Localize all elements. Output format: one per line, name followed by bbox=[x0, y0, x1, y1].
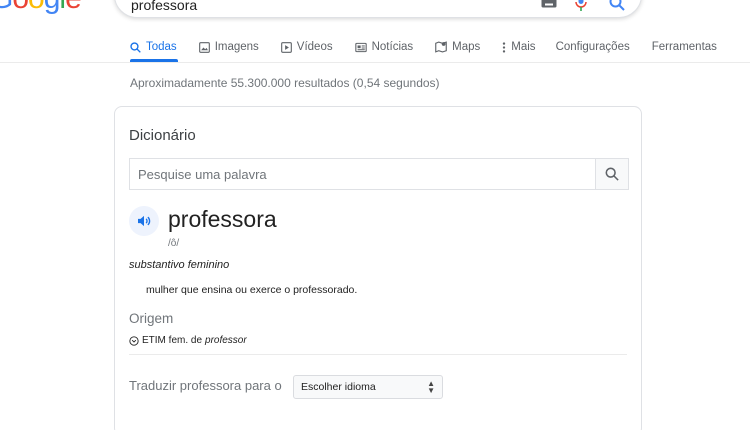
search-icon bbox=[605, 167, 619, 181]
tab-label: Todas bbox=[146, 41, 177, 53]
logo-letter: o bbox=[12, 0, 29, 15]
part-of-speech: substantivo feminino bbox=[129, 259, 230, 271]
headword: professora bbox=[168, 206, 277, 232]
tab-label: Vídeos bbox=[296, 41, 333, 53]
tab-label: Ferramentas bbox=[651, 41, 717, 53]
logo-letter: e bbox=[65, 0, 82, 15]
results-count: Aproximadamente 55.300.000 resultados (0… bbox=[130, 76, 440, 90]
image-icon bbox=[198, 41, 210, 53]
language-select-value: Escolher idioma bbox=[301, 381, 376, 393]
speaker-icon bbox=[138, 215, 151, 227]
video-icon bbox=[280, 41, 292, 53]
definition: mulher que ensina ou exerce o professora… bbox=[146, 284, 358, 296]
chevron-circle-icon[interactable] bbox=[129, 335, 139, 346]
tab-label: Maps bbox=[452, 41, 481, 53]
dictionary-search-box bbox=[129, 158, 629, 190]
tab-ferramentas[interactable]: Ferramentas bbox=[652, 41, 717, 53]
search-tools bbox=[541, 0, 625, 11]
more-vert-icon bbox=[503, 41, 506, 53]
logo-letter: g bbox=[44, 0, 61, 15]
dictionary-card: Dicionário professora /ô/ substantivo fe… bbox=[114, 106, 642, 430]
tab-videos[interactable]: Vídeos bbox=[280, 41, 333, 53]
tab-label: Imagens bbox=[214, 41, 259, 53]
logo-letter: o bbox=[28, 0, 45, 15]
search-icon bbox=[130, 41, 141, 53]
tabs-divider bbox=[0, 62, 750, 63]
tab-label: Notícias bbox=[371, 41, 414, 53]
map-icon bbox=[435, 41, 447, 53]
tab-noticias[interactable]: Notícias bbox=[354, 41, 414, 53]
phonetic: /ô/ bbox=[168, 238, 180, 249]
language-select[interactable]: Escolher idioma ▲ ▼ bbox=[293, 375, 443, 399]
pronunciation-button[interactable] bbox=[129, 206, 159, 236]
tab-label: Configurações bbox=[555, 41, 630, 53]
search-tabs: Todas Imagens Vídeos Notícias Maps Mais … bbox=[130, 36, 739, 58]
tab-configuracoes[interactable]: Configurações bbox=[556, 41, 630, 53]
origin-title[interactable]: Origem bbox=[129, 311, 173, 326]
search-query-text[interactable]: professora bbox=[131, 0, 197, 13]
search-icon[interactable] bbox=[609, 0, 625, 11]
logo-letter: G bbox=[0, 0, 13, 15]
tab-label: Mais bbox=[511, 41, 536, 53]
dictionary-search-input[interactable] bbox=[130, 159, 596, 189]
dictionary-search-button[interactable] bbox=[595, 159, 628, 189]
keyboard-icon[interactable] bbox=[541, 0, 557, 11]
tab-imagens[interactable]: Imagens bbox=[198, 41, 259, 53]
card-divider bbox=[129, 354, 627, 355]
select-arrows-icon: ▲ ▼ bbox=[427, 379, 435, 395]
etymology: ETIM fem. de professor bbox=[129, 335, 247, 346]
card-title: Dicionário bbox=[129, 127, 196, 144]
news-icon bbox=[354, 42, 367, 52]
etymology-prefix: ETIM fem. de bbox=[142, 335, 203, 346]
tab-mais[interactable]: Mais bbox=[502, 41, 536, 53]
etymology-word: professor bbox=[205, 335, 247, 346]
google-logo[interactable]: Google bbox=[0, 0, 82, 16]
translate-label: Traduzir professora para o bbox=[129, 378, 282, 393]
main-search-bar[interactable]: professora bbox=[114, 0, 642, 18]
tab-todas[interactable]: Todas bbox=[130, 41, 177, 53]
microphone-icon[interactable] bbox=[575, 0, 591, 11]
tab-maps[interactable]: Maps bbox=[435, 41, 480, 53]
